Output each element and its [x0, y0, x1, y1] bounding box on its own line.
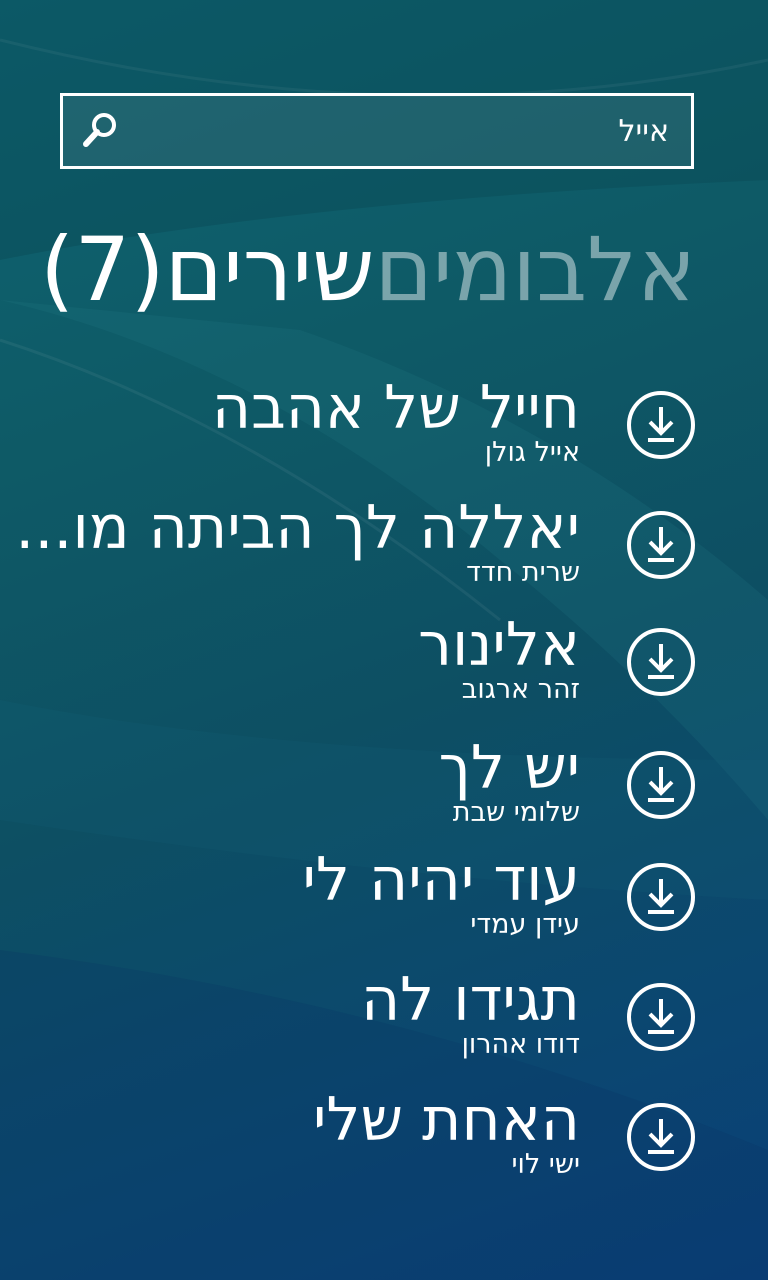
- list-item[interactable]: יש לך שלומי שבת: [0, 733, 768, 850]
- song-title: תגידו לה: [360, 965, 580, 1035]
- pivot-header: שירים(7) אלבומים: [4, 210, 696, 330]
- download-icon[interactable]: [626, 982, 696, 1052]
- download-icon[interactable]: [626, 862, 696, 932]
- song-title: יש לך: [438, 733, 580, 803]
- list-item[interactable]: תגידו לה דודו אהרון: [0, 965, 768, 1082]
- tab-albums[interactable]: אלבומים: [374, 210, 696, 330]
- song-title: עוד יהיה לי: [302, 845, 580, 915]
- download-icon[interactable]: [626, 390, 696, 460]
- download-icon[interactable]: [626, 510, 696, 580]
- list-item[interactable]: חייל של אהבה אייל גולן: [0, 373, 768, 490]
- song-artist: דודו אהרון: [461, 1029, 580, 1060]
- download-icon[interactable]: [626, 750, 696, 820]
- content: שירים(7) אלבומים חייל של אהבה אייל גולן …: [0, 0, 768, 1280]
- song-title: חייל של אהבה: [211, 373, 580, 443]
- download-icon[interactable]: [626, 627, 696, 697]
- song-title: יאללה לך הביתה מו...: [15, 493, 580, 563]
- song-artist: זהר ארגוב: [461, 674, 580, 705]
- download-icon[interactable]: [626, 1102, 696, 1172]
- list-item[interactable]: יאללה לך הביתה מו... שרית חדד: [0, 493, 768, 610]
- list-item[interactable]: אלינור זהר ארגוב: [0, 610, 768, 727]
- song-title: האחת שלי: [312, 1085, 580, 1155]
- song-title: אלינור: [418, 610, 580, 680]
- song-artist: שלומי שבת: [452, 797, 580, 828]
- song-artist: עידן עמדי: [470, 909, 580, 940]
- list-item[interactable]: האחת שלי ישי לוי: [0, 1085, 768, 1202]
- tab-songs[interactable]: שירים(7): [40, 210, 374, 330]
- list-item[interactable]: עוד יהיה לי עידן עמדי: [0, 845, 768, 962]
